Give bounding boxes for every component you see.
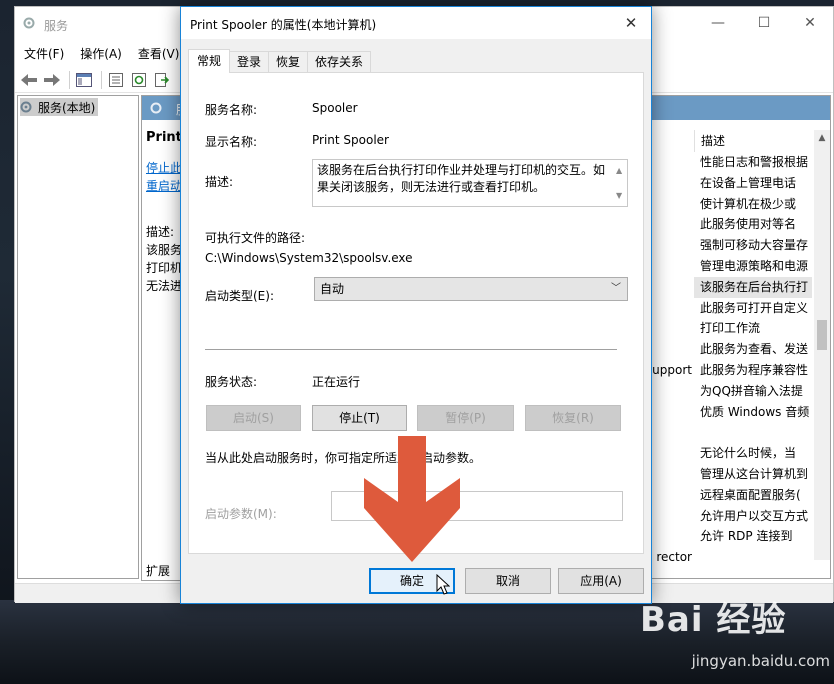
close-icon[interactable]: ✕: [611, 7, 651, 39]
back-arrow-icon[interactable]: [19, 70, 39, 90]
gears-icon: [150, 102, 162, 114]
resume-button[interactable]: 恢复(R): [525, 405, 621, 431]
tab-recovery[interactable]: 恢复: [268, 51, 309, 73]
service-status-value: 正在运行: [312, 375, 361, 389]
menu-file[interactable]: 文件(F): [24, 43, 64, 65]
table-row[interactable]: 性能日志和警报根据: [694, 152, 812, 173]
pause-button[interactable]: 暂停(P): [417, 405, 514, 431]
menu-action[interactable]: 操作(A): [80, 43, 122, 65]
gears-icon: [23, 17, 35, 29]
watermark-url: jingyan.baidu.com: [691, 652, 830, 670]
watermark-brand: Bai 经验: [640, 600, 787, 640]
table-row[interactable]: 为QQ拼音输入法提: [694, 381, 812, 402]
display-name-label: 显示名称:: [205, 135, 258, 149]
description-label: 描述:: [205, 175, 234, 189]
table-row[interactable]: 在设备上管理电话: [694, 173, 812, 194]
toolbar-separator: [101, 70, 102, 89]
table-row[interactable]: 无论什么时候，当: [694, 443, 812, 464]
service-name-value: Spooler: [312, 101, 358, 115]
tab-general[interactable]: 常规: [188, 49, 231, 73]
table-row[interactable]: 此服务为查看、发送: [694, 339, 812, 360]
tree-item-local-services[interactable]: 服务(本地): [20, 98, 99, 116]
scroll-up-icon[interactable]: ▲: [616, 162, 622, 179]
table-row[interactable]: 允许用户以交互方式: [694, 506, 812, 527]
table-row[interactable]: 允许 RDP 连接到: [694, 526, 812, 547]
console-tree-icon[interactable]: [74, 70, 94, 90]
scroll-up-icon[interactable]: ▲: [814, 130, 830, 146]
scroll-down-icon[interactable]: ▼: [616, 187, 622, 204]
close-icon[interactable]: ✕: [787, 7, 833, 39]
toolbar-separator: [69, 70, 70, 89]
services-title: 服务: [44, 19, 69, 33]
baidu-jingyan-watermark: Bai 经验 jingyan.baidu.com: [640, 592, 830, 682]
start-params-label: 启动参数(M):: [205, 507, 277, 521]
path-value: C:\Windows\System32\spoolsv.exe: [205, 251, 413, 265]
description-scrollbar[interactable]: ▲ ▼: [613, 160, 627, 206]
cancel-button[interactable]: 取消: [465, 568, 551, 594]
divider: [205, 349, 617, 350]
minimize-icon[interactable]: —: [695, 7, 741, 39]
console-tree-pane: 服务(本地): [17, 95, 139, 579]
gears-icon: [20, 101, 32, 113]
display-name-value[interactable]: Print Spooler: [312, 133, 389, 147]
service-name-label: 服务名称:: [205, 103, 258, 117]
startup-type-select[interactable]: 自动 ﹀: [314, 277, 628, 301]
dialog-title: Print Spooler 的属性(本地计算机): [190, 18, 377, 32]
table-row[interactable]: [694, 422, 812, 443]
menu-view[interactable]: 查看(V): [138, 43, 180, 65]
startup-type-label: 启动类型(E):: [205, 289, 274, 303]
vertical-scrollbar[interactable]: ▲: [814, 130, 830, 560]
maximize-icon[interactable]: ☐: [741, 7, 787, 39]
stop-button[interactable]: 停止(T): [312, 405, 407, 431]
tab-logon[interactable]: 登录: [229, 51, 270, 73]
tree-item-label: 服务(本地): [38, 100, 96, 115]
table-row[interactable]: 打印工作流: [694, 318, 812, 339]
chevron-down-icon: ﹀: [611, 283, 621, 294]
scroll-thumb[interactable]: [817, 320, 827, 350]
dialog-tabs: 常规 登录 恢复 依存关系: [188, 49, 372, 73]
startup-type-value: 自动: [320, 282, 345, 296]
table-row[interactable]: 管理电源策略和电源: [694, 256, 812, 277]
column-header-description[interactable]: 描述: [694, 130, 812, 152]
path-label: 可执行文件的路径:: [205, 231, 306, 245]
description-textbox[interactable]: 该服务在后台执行打印作业并处理与打印机的交互。如果关闭该服务，则无法进行或查看打…: [312, 159, 628, 207]
down-arrow-annotation-icon: [364, 436, 460, 562]
table-row[interactable]: 强制可移动大容量存: [694, 235, 812, 256]
export-icon[interactable]: [152, 70, 172, 90]
tab-extended[interactable]: 扩展: [141, 559, 181, 581]
table-row[interactable]: 该服务在后台执行打: [694, 276, 812, 298]
table-row[interactable]: 此服务为程序兼容性: [694, 360, 812, 381]
table-row[interactable]: 此服务使用对等名: [694, 214, 812, 235]
description-text: 该服务在后台执行打印作业并处理与打印机的交互。如果关闭该服务，则无法进行或查看打…: [317, 163, 606, 194]
table-row[interactable]: 优质 Windows 音频: [694, 402, 812, 423]
description-column: 描述 性能日志和警报根据 在设备上管理电话 使计算机在极少或 此服务使用对等名 强制可移…: [694, 130, 812, 576]
mouse-cursor-icon: [436, 574, 450, 595]
dialog-titlebar[interactable]: Print Spooler 的属性(本地计算机) ✕: [181, 7, 651, 39]
start-button[interactable]: 启动(S): [206, 405, 301, 431]
table-row[interactable]: 此服务可打开自定义: [694, 298, 812, 319]
properties-icon[interactable]: [106, 70, 126, 90]
tab-dependencies[interactable]: 依存关系: [307, 51, 372, 73]
table-row[interactable]: 远程桌面配置服务(: [694, 485, 812, 506]
table-row[interactable]: 使计算机在极少或: [694, 194, 812, 215]
apply-button[interactable]: 应用(A): [558, 568, 644, 594]
forward-arrow-icon[interactable]: [42, 70, 62, 90]
table-row[interactable]: 管理从这台计算机到: [694, 464, 812, 485]
refresh-icon[interactable]: [129, 70, 149, 90]
service-status-label: 服务状态:: [205, 375, 258, 389]
